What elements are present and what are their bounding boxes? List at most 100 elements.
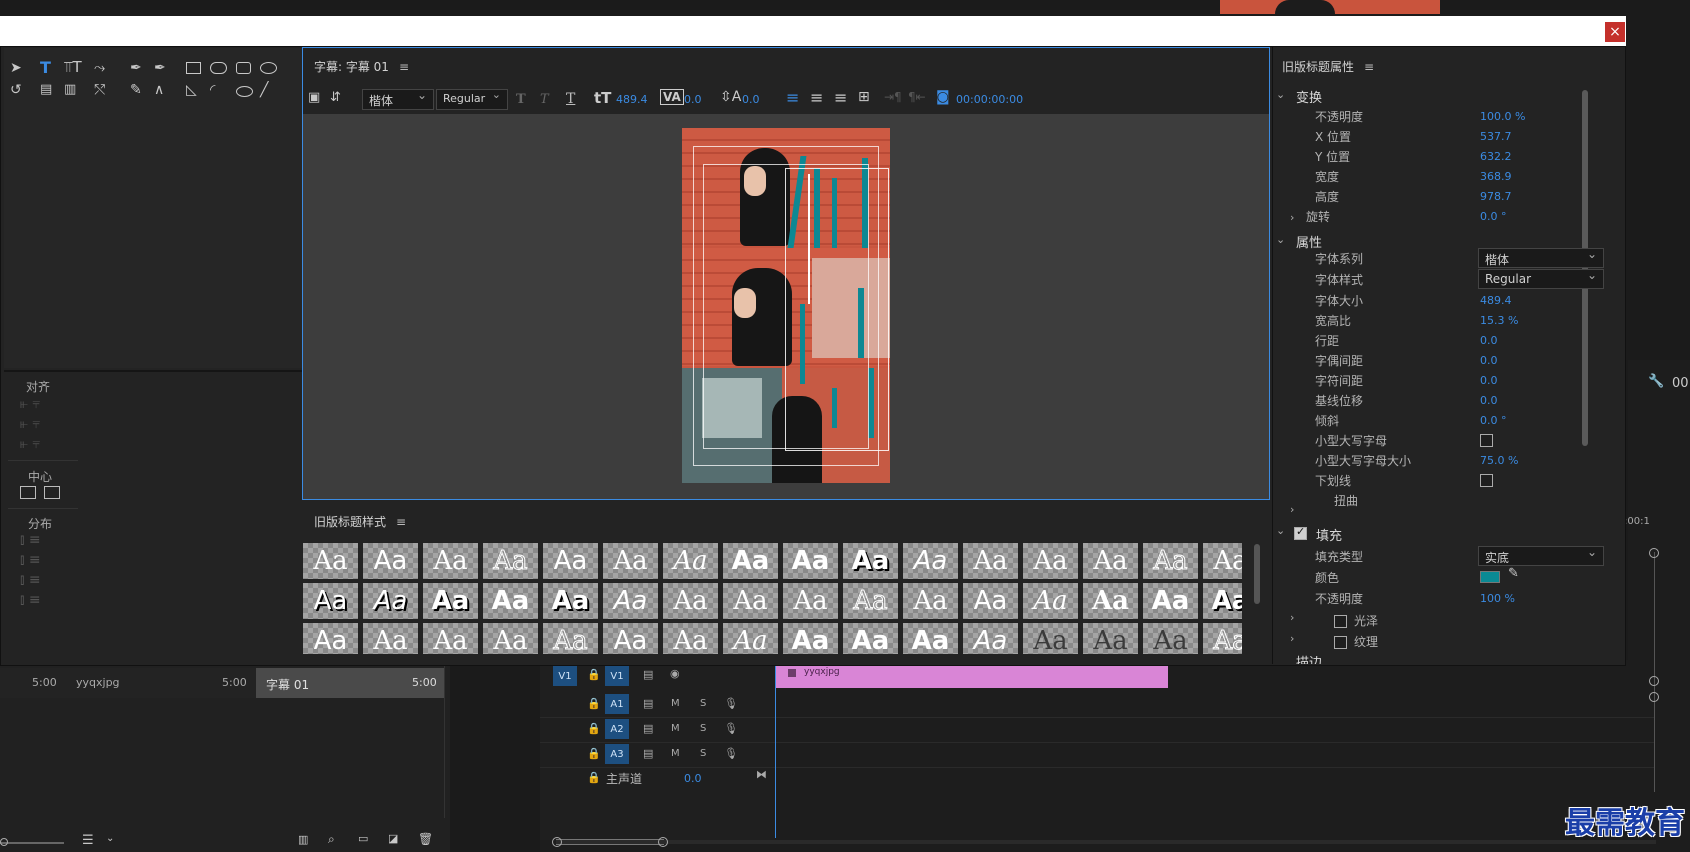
- microphone-icon[interactable]: 🎙: [724, 747, 738, 760]
- panel-menu-icon[interactable]: ≡: [399, 60, 409, 74]
- title-style-swatch[interactable]: Aa: [422, 582, 479, 620]
- ellipse-tool-icon[interactable]: [236, 86, 253, 97]
- text-bounding-box[interactable]: [785, 168, 889, 451]
- center-vertical-icon[interactable]: [44, 486, 60, 499]
- texture-label[interactable]: 纹理: [1354, 633, 1378, 650]
- title-style-swatch[interactable]: Aa: [302, 622, 359, 654]
- lock-icon[interactable]: 🔒: [587, 697, 601, 710]
- title-style-swatch[interactable]: Aa: [1082, 622, 1139, 654]
- convert-anchor-tool-icon[interactable]: ∧: [154, 82, 164, 98]
- property-value[interactable]: 0.0: [1480, 354, 1498, 367]
- lock-icon[interactable]: 🔒: [587, 747, 601, 760]
- title-style-swatch[interactable]: Aa: [1142, 582, 1199, 620]
- title-style-swatch[interactable]: Aa: [602, 582, 659, 620]
- project-row[interactable]: 5:00 yyqxjpg 5:00: [0, 668, 256, 698]
- scroll-handle-right[interactable]: [658, 837, 668, 847]
- sync-lock-icon[interactable]: ▤: [643, 697, 653, 710]
- title-style-swatch[interactable]: Aa: [722, 582, 779, 620]
- title-style-swatch[interactable]: Aa: [1022, 582, 1079, 620]
- center-horizontal-icon[interactable]: [20, 486, 36, 499]
- transform-value[interactable]: 0.0 °: [1480, 210, 1507, 223]
- distribute-center-icon[interactable]: ⫾ ≡: [20, 550, 70, 570]
- align-center-icon[interactable]: ⫦ ⫧: [20, 414, 70, 434]
- sync-lock-icon[interactable]: ▤: [643, 722, 653, 735]
- title-style-swatch[interactable]: Aa: [1202, 542, 1242, 580]
- title-style-swatch[interactable]: Aa: [962, 622, 1019, 654]
- area-text-tool-icon[interactable]: ▤: [40, 82, 52, 97]
- title-style-swatch[interactable]: Aa: [302, 582, 359, 620]
- title-style-swatch[interactable]: Aa: [482, 582, 539, 620]
- source-patch-v1[interactable]: V1: [553, 666, 577, 686]
- timeline-scrollbar[interactable]: [556, 840, 1656, 844]
- scroll-handle[interactable]: [1649, 692, 1659, 702]
- tab-stops-ruler-icon[interactable]: ⊞: [858, 89, 870, 105]
- title-style-swatch[interactable]: Aa: [422, 542, 479, 580]
- title-style-swatch[interactable]: Aa: [962, 582, 1019, 620]
- title-style-swatch[interactable]: Aa: [902, 542, 959, 580]
- video-clip[interactable]: yyqxjpg: [776, 666, 1168, 688]
- title-style-swatch[interactable]: Aa: [1202, 582, 1242, 620]
- sync-lock-icon[interactable]: ▤: [643, 668, 653, 681]
- title-style-swatch[interactable]: Aa: [782, 582, 839, 620]
- project-zoom-slider[interactable]: [0, 842, 64, 844]
- panel-menu-icon[interactable]: ≡: [396, 515, 406, 529]
- go-to-end-icon[interactable]: ⧓: [756, 768, 767, 781]
- search-icon[interactable]: ⌕: [328, 832, 335, 847]
- freeform-view-icon[interactable]: ▥: [298, 833, 308, 846]
- underline-checkbox[interactable]: [1480, 474, 1493, 487]
- distribute-left-icon[interactable]: ⫾ ≡: [20, 530, 70, 550]
- title-style-swatch[interactable]: Aa: [542, 622, 599, 654]
- properties-panel-tab[interactable]: 旧版标题属性 ≡: [1282, 58, 1374, 75]
- small-caps-checkbox[interactable]: [1480, 434, 1493, 447]
- text-tool-icon[interactable]: T: [40, 58, 51, 77]
- chevron-right-icon[interactable]: ›: [1290, 632, 1294, 645]
- section-transform[interactable]: 变换: [1296, 87, 1322, 106]
- underline-icon[interactable]: T: [566, 91, 575, 107]
- clipped-rect-tool-icon[interactable]: [236, 62, 251, 74]
- font-style-select[interactable]: Regular: [1478, 268, 1604, 289]
- font-size-value[interactable]: 489.4: [616, 93, 648, 106]
- chevron-down-icon[interactable]: ⌄: [106, 833, 114, 844]
- title-style-swatch[interactable]: Aa: [1082, 542, 1139, 580]
- pen-tool-icon[interactable]: ✒: [130, 60, 142, 76]
- wrench-icon[interactable]: 🔧: [1648, 374, 1664, 389]
- bold-icon[interactable]: T: [516, 92, 526, 107]
- title-style-swatch[interactable]: Aa: [422, 622, 479, 654]
- mute-button[interactable]: M: [671, 698, 680, 709]
- title-style-swatch[interactable]: Aa: [1142, 622, 1199, 654]
- chevron-right-icon[interactable]: ›: [1290, 211, 1294, 224]
- property-value[interactable]: 0.0: [1480, 394, 1498, 407]
- title-style-swatch[interactable]: Aa: [722, 622, 779, 654]
- fill-opacity-value[interactable]: 100 %: [1480, 592, 1515, 605]
- title-style-swatch[interactable]: Aa: [1022, 542, 1079, 580]
- kerning-value[interactable]: 0.0: [684, 93, 702, 106]
- path-text-tool-icon[interactable]: ⤳: [94, 60, 105, 76]
- title-panel-tab[interactable]: 字幕: 字幕 01 ≡: [314, 58, 409, 75]
- fill-color-swatch[interactable]: [1480, 571, 1500, 583]
- font-family-select[interactable]: 楷体: [1478, 247, 1604, 268]
- align-left-text-icon[interactable]: ≡: [786, 88, 799, 107]
- add-anchor-tool-icon[interactable]: ✎: [130, 82, 142, 98]
- property-value[interactable]: 0.0: [1480, 334, 1498, 347]
- track-target-a2[interactable]: A2: [605, 719, 629, 739]
- distribute-right-icon[interactable]: ⫾ ≡: [20, 570, 70, 590]
- title-style-swatch[interactable]: Aa: [602, 542, 659, 580]
- transform-value[interactable]: 537.7: [1480, 130, 1512, 143]
- title-style-swatch[interactable]: Aa: [1202, 622, 1242, 654]
- font-style-dropdown[interactable]: Regular: [436, 88, 508, 110]
- styles-scrollbar[interactable]: [1254, 544, 1260, 604]
- microphone-icon[interactable]: 🎙: [724, 722, 738, 735]
- solo-button[interactable]: S: [700, 748, 706, 759]
- show-background-video-icon[interactable]: ◙: [936, 89, 950, 105]
- title-style-swatch[interactable]: Aa: [542, 542, 599, 580]
- selection-tool-icon[interactable]: ➤: [10, 60, 22, 76]
- background-video-toggle-icon[interactable]: ▣: [308, 90, 320, 105]
- title-style-swatch[interactable]: Aa: [962, 542, 1019, 580]
- timeline-scroll-thumb[interactable]: [556, 839, 664, 845]
- trash-icon[interactable]: 🗑: [418, 832, 433, 846]
- close-button[interactable]: ×: [1605, 22, 1625, 42]
- lock-icon[interactable]: 🔒: [587, 668, 601, 681]
- playhead[interactable]: [775, 660, 776, 838]
- title-style-swatch[interactable]: Aa: [1022, 622, 1079, 654]
- title-style-swatch[interactable]: Aa: [662, 622, 719, 654]
